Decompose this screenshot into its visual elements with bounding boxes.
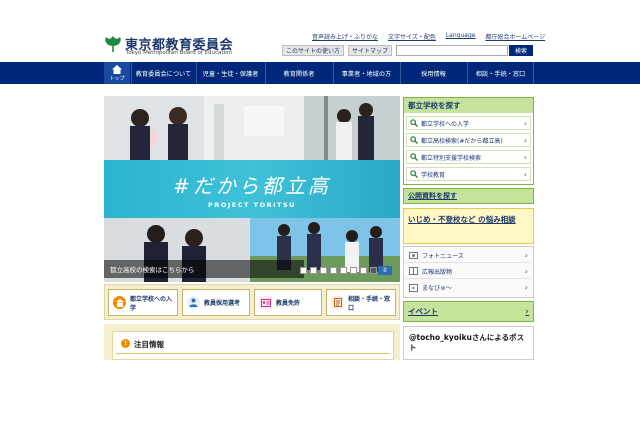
slide-dot-4[interactable]: [330, 267, 337, 274]
slide-dot-8[interactable]: [370, 267, 377, 274]
nav-about[interactable]: 教育委員会について: [131, 62, 195, 84]
quick-link-teacher-exam-label: 教員採用選考: [204, 300, 241, 307]
chevron-right-icon: ›: [524, 250, 528, 260]
chevron-right-icon: ›: [523, 152, 527, 162]
magnifier-icon: [410, 170, 418, 178]
public-documents-link[interactable]: 公開資料を探す: [403, 188, 534, 204]
photo-news-link[interactable]: フォトニュース ›: [406, 248, 531, 263]
school-search-item-education[interactable]: 学校教育 ›: [406, 167, 531, 181]
slide-dot-5[interactable]: [340, 267, 347, 274]
info-link-label: まなびゅ～: [422, 285, 453, 292]
hero-project-logo: #だから都立高: [173, 174, 331, 198]
search-button[interactable]: 検索: [509, 45, 533, 56]
slide-dot-3[interactable]: [320, 267, 327, 274]
nav-home-label: トップ: [109, 75, 125, 82]
chevron-right-icon: ›: [525, 306, 529, 317]
slide-indicators: [300, 267, 377, 274]
util-link-metro-gov[interactable]: 都庁総合ホームページ: [485, 32, 545, 41]
photo-icon: [409, 252, 418, 259]
quick-link-admission[interactable]: 都立学校への入学: [108, 289, 178, 316]
magnifier-icon: [410, 119, 418, 127]
hero-caption-link[interactable]: 都立高校の検索はこちらから: [104, 260, 304, 278]
publications-link[interactable]: 広報出版物 ›: [406, 264, 531, 279]
quick-link-license-label: 教員免許: [276, 300, 301, 307]
chevron-right-icon: ›: [524, 283, 528, 292]
events-link[interactable]: イベント ›: [403, 301, 534, 322]
chevron-right-icon: ›: [523, 169, 527, 179]
manabyu-link[interactable]: まなびゅ～ ›: [406, 280, 531, 295]
notice-divider: [116, 353, 390, 354]
slide-dot-2[interactable]: [310, 267, 317, 274]
chevron-right-icon: ›: [523, 135, 527, 145]
school-search-item-label: 学校教育: [421, 171, 446, 179]
events-label: イベント: [408, 307, 438, 316]
quick-link-admission-label: 都立学校への入学: [130, 295, 173, 312]
school-search-item-label: 都立学校への入学: [421, 120, 470, 128]
school-search-item-special-support[interactable]: 都立特別支援学校検索 ›: [406, 150, 531, 164]
util-link-language[interactable]: Language: [446, 32, 476, 41]
nav-recruitment[interactable]: 採用情報: [400, 62, 466, 84]
book-icon: [409, 267, 418, 275]
slideshow-pause-button[interactable]: II: [378, 266, 392, 275]
license-card-icon: [259, 296, 272, 309]
school-search-item-admission[interactable]: 都立学校への入学 ›: [406, 116, 531, 130]
school-search-item-label: 都立高校検索(#だから都立高): [421, 137, 503, 145]
person-icon: [187, 296, 200, 309]
nav-home[interactable]: トップ: [104, 62, 130, 84]
quick-link-teacher-exam[interactable]: 教員採用選考: [182, 289, 250, 316]
info-link-label: フォトニュース: [422, 252, 464, 260]
nav-students-parents[interactable]: 児童・生徒・保護者: [196, 62, 264, 84]
magnifier-icon: [410, 153, 418, 161]
school-search-heading: 都立学校を探す: [404, 98, 533, 113]
slide-dot-6[interactable]: [350, 267, 357, 274]
utility-links: 音声読み上げ・ふりがな 文字サイズ・配色 Language 都庁総合ホームページ: [312, 32, 545, 41]
ginkgo-logo-icon[interactable]: [104, 35, 122, 53]
bullying-consultation-link[interactable]: いじめ・不登校など の悩み相談: [403, 208, 534, 244]
util-link-text-size[interactable]: 文字サイズ・配色: [388, 32, 436, 41]
slide-dot-1[interactable]: [300, 267, 307, 274]
site-logo-subtitle: Tokyo Metropolitan Board of Education: [126, 50, 232, 56]
home-icon: [112, 64, 122, 74]
school-search-item-high-school[interactable]: 都立高校検索(#だから都立高) ›: [406, 133, 531, 147]
x-posts-widget[interactable]: @tocho_kyoikuさんによるポスト: [403, 326, 534, 360]
school-icon: [113, 296, 126, 309]
slide-dot-7[interactable]: [360, 267, 367, 274]
alert-icon: !: [121, 339, 130, 348]
notice-title: 注目情報: [134, 340, 164, 349]
video-icon: [409, 283, 418, 292]
chevron-right-icon: ›: [524, 266, 528, 276]
magnifier-icon: [410, 136, 418, 144]
nav-businesses[interactable]: 事業者・地域の方: [333, 62, 399, 84]
school-search-item-label: 都立特別支援学校検索: [421, 154, 482, 162]
util-link-reading[interactable]: 音声読み上げ・ふりがな: [312, 32, 378, 41]
nav-educators[interactable]: 教育関係者: [265, 62, 332, 84]
info-link-label: 広報出版物: [422, 268, 453, 276]
document-icon: [331, 296, 344, 309]
hero-project-subtitle: PROJECT TORITSU: [208, 201, 296, 209]
quick-link-consultation[interactable]: 相談・手続・窓口: [326, 289, 396, 316]
chevron-right-icon: ›: [523, 118, 527, 128]
usage-guide-button[interactable]: このサイトの使い方: [282, 45, 344, 56]
sitemap-button[interactable]: サイトマップ: [348, 45, 392, 56]
quick-link-consultation-label: 相談・手続・窓口: [348, 295, 391, 312]
quick-link-license[interactable]: 教員免許: [254, 289, 322, 316]
nav-consultation[interactable]: 相談・手続・窓口: [467, 62, 534, 84]
search-input[interactable]: [396, 45, 508, 56]
